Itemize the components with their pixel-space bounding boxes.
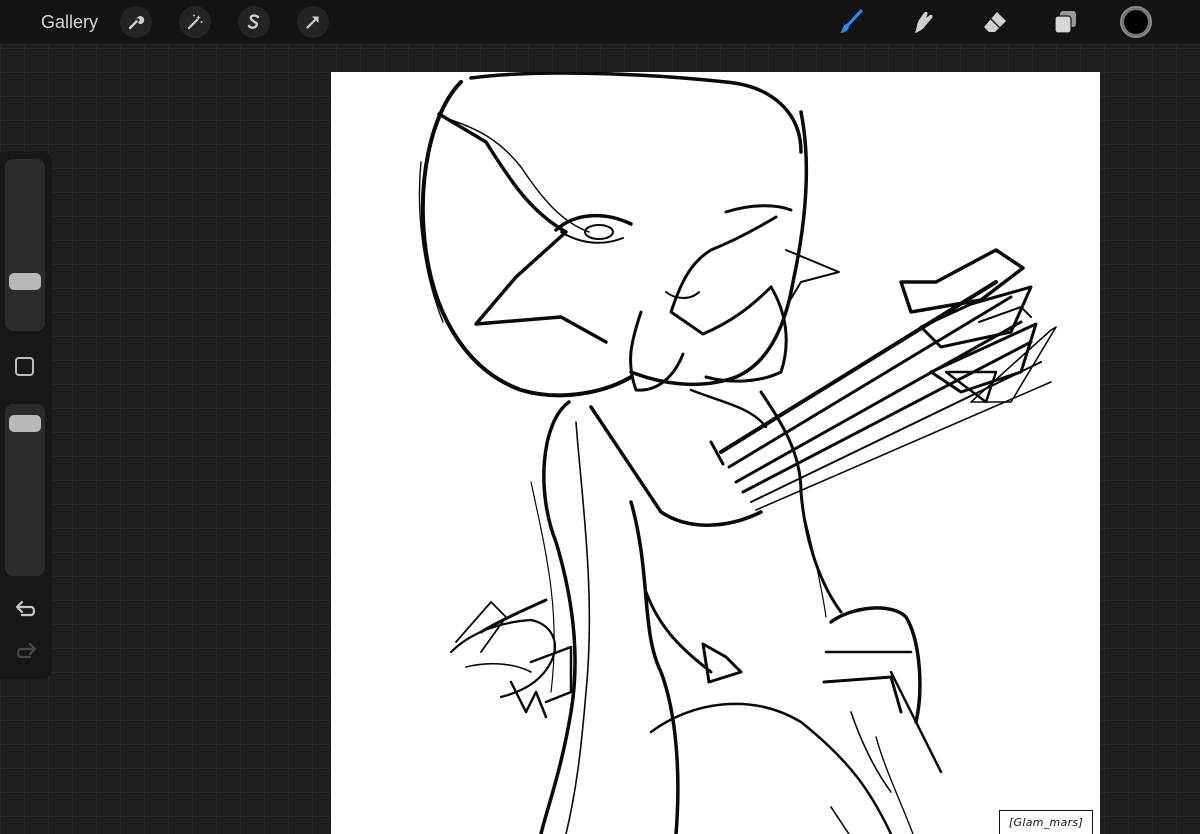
redo-button[interactable]	[13, 640, 39, 664]
brush-tool-button[interactable]	[835, 6, 867, 38]
smudge-icon	[915, 11, 933, 33]
gallery-button[interactable]: Gallery	[41, 11, 98, 33]
opacity-thumb[interactable]	[9, 415, 41, 433]
wrench-icon	[128, 16, 145, 30]
artist-signature: [Glam_mars]	[999, 810, 1093, 834]
undo-button[interactable]	[13, 598, 39, 622]
brush-icon	[840, 9, 863, 33]
brush-size-thumb[interactable]	[9, 273, 41, 291]
layers-button[interactable]	[1049, 6, 1081, 38]
drawing-canvas[interactable]: [Glam_mars]	[331, 72, 1100, 834]
modify-button[interactable]	[15, 357, 34, 376]
smudge-tool-button[interactable]	[907, 6, 939, 38]
actions-button[interactable]	[120, 6, 152, 38]
transform-button[interactable]	[297, 6, 329, 38]
redo-icon	[16, 642, 37, 659]
undo-icon	[15, 600, 36, 617]
selection-s-icon	[247, 14, 260, 29]
opacity-slider[interactable]	[5, 404, 45, 576]
transform-arrow-icon	[306, 16, 319, 29]
selection-button[interactable]	[238, 6, 270, 38]
brush-size-slider[interactable]	[5, 159, 45, 331]
top-toolbar: Gallery	[0, 0, 1200, 45]
eraser-tool-button[interactable]	[979, 6, 1011, 38]
sketch-artwork	[418, 72, 1057, 834]
eraser-icon	[984, 12, 1006, 32]
left-sidebar	[0, 152, 52, 679]
color-picker-button[interactable]	[1120, 6, 1152, 38]
layers-icon	[1054, 11, 1076, 34]
adjustments-button[interactable]	[179, 6, 211, 38]
magic-wand-icon	[187, 14, 203, 30]
